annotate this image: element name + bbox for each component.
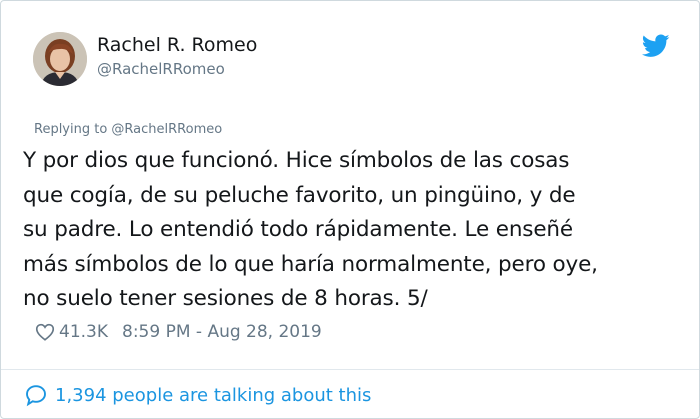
tweet-meta: 41.3K 8:59 PM - Aug 28, 2019 [34, 319, 322, 345]
speech-bubble-icon [26, 385, 46, 407]
tweet-text: Y por dios que funcionó. Hice símbolos d… [23, 144, 695, 317]
tweet-line: no suelo tener sesiones de 8 horas. 5/ [23, 286, 428, 311]
conversation-link[interactable]: 1,394 people are talking about this [24, 381, 371, 409]
tweet-timestamp[interactable]: 8:59 PM - Aug 28, 2019 [122, 322, 322, 342]
tweet-card: Rachel R. Romeo @RachelRRomeo Replying t… [0, 0, 700, 419]
tweet-line: que cogía, de su peluche favorito, un pi… [23, 182, 576, 208]
author-handle[interactable]: @RachelRRomeo [97, 60, 225, 78]
tweet-line: su padre. Lo entendió todo rápidamente. … [23, 217, 573, 242]
tweet-line: más símbolos de lo que haría normalmente… [23, 251, 598, 277]
tweet-line: Y por dios que funcionó. Hice símbolos d… [23, 148, 570, 173]
reply-context[interactable]: Replying to @RachelRRomeo [34, 122, 222, 137]
divider [1, 369, 699, 370]
conversation-label[interactable]: 1,394 people are talking about this [55, 385, 371, 406]
avatar-photo [33, 32, 87, 86]
avatar[interactable] [33, 32, 87, 86]
author-name[interactable]: Rachel R. Romeo [97, 34, 257, 56]
twitter-bird-icon[interactable] [642, 34, 670, 58]
heart-icon[interactable] [34, 321, 56, 343]
like-count[interactable]: 41.3K [59, 322, 108, 342]
